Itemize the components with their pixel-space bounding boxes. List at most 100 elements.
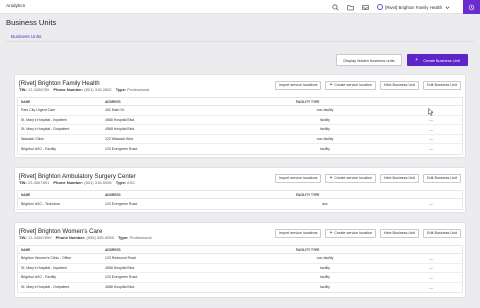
create-service-location-button[interactable]: + Create service location bbox=[325, 81, 376, 90]
table-row[interactable]: St. Mary's Hospital - Outpatient 4568 Hos… bbox=[18, 125, 462, 135]
page-title: Business Units bbox=[6, 18, 57, 27]
row-action[interactable]: — bbox=[429, 146, 433, 151]
phone-value: (801) 318-2662 bbox=[84, 87, 112, 92]
row-address: 4568 Hospital Blvd. bbox=[105, 127, 136, 132]
type-value: ASC bbox=[127, 180, 136, 185]
plus-icon: + bbox=[415, 56, 419, 63]
row-action[interactable]: — bbox=[429, 201, 433, 206]
table-row[interactable]: Wasatch Clinic 122 Wasatch Blvd non-facili… bbox=[18, 135, 462, 144]
column-name: NAME bbox=[21, 99, 31, 104]
hide-business-unit-button[interactable]: Hide Business Unit bbox=[379, 229, 420, 238]
import-service-locations-button[interactable]: Import service locations bbox=[274, 81, 322, 90]
mouse-cursor-icon bbox=[428, 108, 434, 116]
table-header: NAME ADDRESS FACILITY TYPE bbox=[18, 98, 462, 106]
create-service-location-label: Create service location bbox=[334, 231, 372, 236]
row-facility-type: asc bbox=[322, 201, 328, 206]
edit-business-unit-button[interactable]: Edit Business Unit bbox=[423, 229, 461, 238]
row-facility-type: non-facility bbox=[316, 136, 334, 141]
import-service-locations-button[interactable]: Import service locations bbox=[274, 229, 322, 238]
column-name: NAME bbox=[21, 247, 31, 252]
tab-divider bbox=[6, 41, 474, 42]
business-unit-title: [Rivet] Brighton Women's Care bbox=[19, 228, 103, 235]
row-facility-type: facility bbox=[320, 127, 330, 132]
type-label: Type: bbox=[115, 180, 127, 185]
create-service-location-button[interactable]: + Create service location bbox=[325, 174, 376, 183]
create-service-location-button[interactable]: + Create service location bbox=[325, 229, 376, 238]
service-locations-table: NAME ADDRESS FACILITY TYPE Park City Urg… bbox=[17, 97, 463, 155]
row-name: Brighton Women's Clinic - Office bbox=[21, 256, 72, 261]
row-address: 4568 Hospital Blvd. bbox=[105, 285, 136, 290]
folder-icon[interactable] bbox=[347, 4, 354, 11]
row-action[interactable]: — bbox=[429, 265, 433, 270]
row-action[interactable]: — bbox=[429, 256, 433, 261]
row-address: 123 Evergreen Road bbox=[105, 201, 138, 206]
row-name: Brighton ASC - Facility bbox=[21, 146, 57, 151]
column-facility-type: FACILITY TYPE bbox=[296, 192, 320, 197]
column-facility-type: FACILITY TYPE bbox=[296, 99, 320, 104]
table-row[interactable]: St. Mary's Hospital - Outpatient 4568 Hos… bbox=[18, 283, 462, 293]
inbox-icon[interactable] bbox=[362, 4, 369, 11]
tin-label: TIN: bbox=[19, 235, 27, 240]
row-name: St. Mary's Hospital - Outpatient bbox=[21, 285, 70, 290]
row-address: 4568 Hospital Blvd. bbox=[105, 265, 136, 270]
plus-icon: + bbox=[329, 174, 333, 181]
row-action[interactable]: — bbox=[429, 127, 433, 132]
create-service-location-label: Create service location bbox=[334, 83, 372, 88]
column-address: ADDRESS bbox=[105, 192, 121, 197]
table-header: NAME ADDRESS FACILITY TYPE bbox=[18, 246, 462, 254]
row-action[interactable]: — bbox=[429, 285, 433, 290]
row-facility-type: facility bbox=[320, 117, 330, 122]
type-value: Professional bbox=[127, 87, 150, 92]
card-actions: Import service locations + Create service… bbox=[274, 229, 461, 238]
business-unit-card: [Rivet] Brighton Women's Care TIN: 12-34… bbox=[14, 222, 466, 298]
brand-tile[interactable] bbox=[463, 0, 480, 14]
create-service-location-label: Create service location bbox=[334, 176, 372, 181]
hide-business-unit-button[interactable]: Hide Business Unit bbox=[379, 174, 420, 183]
phone-value: (801) 318-5555 bbox=[84, 180, 112, 185]
row-address: 123 Redwood Road bbox=[105, 256, 136, 261]
type-label: Type: bbox=[118, 235, 129, 240]
tin-value: 23-4567891 bbox=[27, 180, 50, 185]
row-name: Brighton ASC - Technical bbox=[21, 201, 60, 206]
hide-business-unit-button[interactable]: Hide Business Unit bbox=[379, 81, 420, 90]
plus-icon: + bbox=[329, 229, 333, 236]
row-facility-type: facility bbox=[320, 265, 330, 270]
create-business-unit-label: Create Business Unit bbox=[423, 57, 460, 63]
edit-business-unit-button[interactable]: Edit Business Unit bbox=[423, 174, 461, 183]
phone-label: Phone Number: bbox=[53, 87, 84, 92]
table-row[interactable]: St. Mary's Hospital - Inpatient 4568 Hosp… bbox=[18, 264, 462, 273]
business-unit-card: [Rivet] Brighton Ambulatory Surgery Cent… bbox=[14, 167, 466, 213]
table-row[interactable]: Brighton ASC - Facility 123 Evergreen Roa… bbox=[18, 144, 462, 154]
table-row[interactable]: Park City Urgent Care 452 Main St. non-fac… bbox=[18, 106, 462, 116]
create-business-unit-button[interactable]: + Create Business Unit bbox=[407, 54, 468, 66]
table-row[interactable]: Brighton ASC - Facility 123 Evergreen Roa… bbox=[18, 273, 462, 283]
business-unit-meta: TIN: 12-3456789 Phone Number: (801) 318-… bbox=[19, 87, 152, 92]
row-address: 4568 Hospital Blvd. bbox=[105, 117, 136, 122]
type-value: Professional bbox=[129, 235, 152, 240]
table-row[interactable]: Brighton Women's Clinic - Office 123 Redw… bbox=[18, 254, 462, 264]
card-actions: Import service locations + Create service… bbox=[274, 174, 461, 183]
search-icon[interactable] bbox=[332, 3, 339, 11]
brand-logo-icon bbox=[468, 4, 475, 11]
row-facility-type: facility bbox=[320, 146, 330, 151]
business-unit-meta: TIN: 12-34567899 Phone Number: (555) 555… bbox=[19, 235, 155, 240]
table-row[interactable]: St. Mary's Hospital - Inpatient 4568 Hosp… bbox=[18, 116, 462, 125]
business-unit-card: [Rivet] Brighton Family Health TIN: 12-3… bbox=[14, 74, 466, 158]
phone-value: (555) 555-5555 bbox=[86, 235, 114, 240]
account-label: [Rivet] Brighton Family Health bbox=[385, 4, 442, 10]
tin-label: TIN: bbox=[19, 180, 27, 185]
row-action[interactable]: — bbox=[429, 275, 433, 280]
display-hidden-button[interactable]: Display hidden business units bbox=[336, 54, 402, 66]
table-row[interactable]: Brighton ASC - Technical 123 Evergreen Ro… bbox=[18, 199, 462, 209]
import-service-locations-button[interactable]: Import service locations bbox=[274, 174, 322, 183]
top-right-controls: [Rivet] Brighton Family Health bbox=[332, 0, 480, 14]
business-unit-title: [Rivet] Brighton Family Health bbox=[19, 80, 100, 87]
edit-business-unit-button[interactable]: Edit Business Unit bbox=[423, 81, 461, 90]
tin-value: 12-3456789 bbox=[27, 87, 50, 92]
row-name: Park City Urgent Care bbox=[21, 108, 56, 113]
row-action[interactable]: — bbox=[429, 136, 433, 141]
table-header: NAME ADDRESS FACILITY TYPE bbox=[18, 191, 462, 199]
account-switcher[interactable]: [Rivet] Brighton Family Health bbox=[377, 4, 451, 11]
row-address: 122 Wasatch Blvd bbox=[105, 136, 134, 141]
row-action[interactable]: — bbox=[429, 117, 433, 122]
